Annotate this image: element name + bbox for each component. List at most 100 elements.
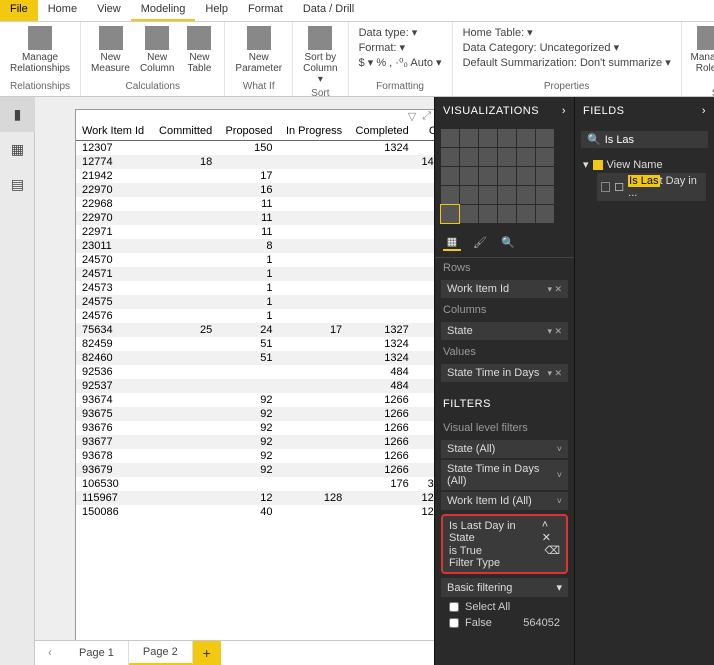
- fields-tab-icon[interactable]: ▦: [443, 233, 461, 251]
- data-view-icon[interactable]: ▦: [0, 132, 35, 167]
- table-row[interactable]: 2297016: [76, 183, 434, 197]
- table-row[interactable]: 82460511324: [76, 351, 434, 365]
- viz-type-icon[interactable]: [498, 129, 516, 147]
- viz-type-icon[interactable]: [536, 129, 554, 147]
- viz-type-icon[interactable]: [441, 148, 459, 166]
- viz-type-icon[interactable]: [441, 167, 459, 185]
- viz-gallery[interactable]: [435, 125, 574, 227]
- table-row[interactable]: 245751: [76, 295, 434, 309]
- new-column-button[interactable]: NewColumn: [136, 24, 178, 76]
- viz-type-icon[interactable]: [479, 205, 497, 223]
- viz-type-icon[interactable]: [460, 148, 478, 166]
- table-row[interactable]: 245701: [76, 253, 434, 267]
- viz-type-icon[interactable]: [517, 167, 535, 185]
- column-header[interactable]: Work Item Id: [76, 122, 152, 141]
- viz-type-icon[interactable]: [498, 205, 516, 223]
- viz-type-icon[interactable]: [460, 186, 478, 204]
- table-row[interactable]: 2297111: [76, 225, 434, 239]
- viz-type-icon[interactable]: [517, 186, 535, 204]
- viz-type-icon[interactable]: [441, 186, 459, 204]
- table-row[interactable]: 245761: [76, 309, 434, 323]
- new-measure-button[interactable]: NewMeasure: [87, 24, 134, 76]
- viz-type-icon[interactable]: [441, 129, 459, 147]
- matrix-visual[interactable]: ▽ ⤢ ⋯ Work Item IdCommittedProposedIn Pr…: [75, 109, 434, 640]
- filter-option[interactable]: Select All: [435, 599, 574, 615]
- filter-mode-dropdown[interactable]: Basic filtering▾: [441, 578, 568, 597]
- viz-type-icon[interactable]: [441, 205, 459, 223]
- viz-type-icon[interactable]: [479, 186, 497, 204]
- columns-well[interactable]: State▾ ✕: [441, 322, 568, 340]
- viz-type-icon[interactable]: [536, 167, 554, 185]
- sort-by-column--button[interactable]: Sort byColumn ▾: [299, 24, 341, 87]
- formatting-options[interactable]: Data type: ▾Format: ▾$ ▾ % , ·⁰₀ Auto ▾: [355, 24, 446, 71]
- properties-options[interactable]: Home Table: ▾Data Category: Uncategorize…: [459, 24, 675, 71]
- viz-type-icon[interactable]: [517, 205, 535, 223]
- manage-roles-button[interactable]: ManageRoles: [688, 24, 714, 76]
- column-header[interactable]: Proposed: [218, 122, 278, 141]
- viz-type-icon[interactable]: [517, 148, 535, 166]
- table-row[interactable]: 93677921266: [76, 435, 434, 449]
- tab-format[interactable]: Format: [238, 0, 293, 21]
- viz-type-icon[interactable]: [460, 167, 478, 185]
- table-row[interactable]: 230118: [76, 239, 434, 253]
- viz-type-icon[interactable]: [479, 148, 497, 166]
- column-header[interactable]: Committed: [152, 122, 219, 141]
- visual-filter-icon[interactable]: ▽: [408, 110, 416, 123]
- table-row[interactable]: 92537484: [76, 379, 434, 393]
- viz-type-icon[interactable]: [536, 205, 554, 223]
- collapse-icon[interactable]: ›: [562, 105, 566, 117]
- tab-home[interactable]: Home: [38, 0, 87, 21]
- filter-card[interactable]: State Time in Days (All)˅: [441, 460, 568, 490]
- page-tab[interactable]: Page 1: [65, 641, 129, 665]
- field-node[interactable]: ☐Is Last Day in ...: [597, 173, 706, 201]
- table-row[interactable]: 93679921266: [76, 463, 434, 477]
- page-prev[interactable]: ‹: [35, 641, 65, 665]
- table-node[interactable]: ▾ View Name: [583, 158, 706, 171]
- filter-option[interactable]: False564052: [435, 615, 574, 631]
- table-row[interactable]: 2297011: [76, 211, 434, 225]
- format-tab-icon[interactable]: 🖌: [471, 233, 489, 251]
- table-row[interactable]: 93678921266: [76, 449, 434, 463]
- fields-search[interactable]: 🔍: [581, 131, 708, 148]
- search-input[interactable]: [605, 134, 714, 146]
- table-row[interactable]: 115967121281208: [76, 491, 434, 505]
- filter-card[interactable]: Work Item Id (All)˅: [441, 492, 568, 510]
- viz-type-icon[interactable]: [498, 167, 516, 185]
- visual-focus-icon[interactable]: ⤢: [422, 110, 431, 123]
- table-row[interactable]: 2194217: [76, 169, 434, 183]
- rows-well[interactable]: Work Item Id▾ ✕: [441, 280, 568, 298]
- viz-type-icon[interactable]: [498, 186, 516, 204]
- table-row[interactable]: 82459511324: [76, 337, 434, 351]
- tab-file[interactable]: File: [0, 0, 38, 21]
- new-parameter-button[interactable]: NewParameter: [231, 24, 286, 76]
- viz-type-icon[interactable]: [460, 205, 478, 223]
- filter-card[interactable]: State (All)˅: [441, 440, 568, 458]
- table-row[interactable]: 93675921266: [76, 407, 434, 421]
- tab-help[interactable]: Help: [195, 0, 238, 21]
- values-well[interactable]: State Time in Days▾ ✕: [441, 364, 568, 382]
- tab-data-drill[interactable]: Data / Drill: [293, 0, 364, 21]
- tab-view[interactable]: View: [87, 0, 131, 21]
- manage-relationships-button[interactable]: ManageRelationships: [6, 24, 74, 76]
- table-row[interactable]: 92536484: [76, 365, 434, 379]
- report-view-icon[interactable]: ▮: [0, 97, 35, 132]
- table-row[interactable]: 2296811: [76, 197, 434, 211]
- column-header[interactable]: Completed: [348, 122, 415, 141]
- viz-type-icon[interactable]: [517, 129, 535, 147]
- page-tab[interactable]: Page 2: [129, 641, 193, 665]
- model-view-icon[interactable]: ▤: [0, 167, 35, 202]
- table-row[interactable]: 245731: [76, 281, 434, 295]
- table-row[interactable]: 756342524171327: [76, 323, 434, 337]
- table-row[interactable]: 123071501324: [76, 141, 434, 156]
- table-row[interactable]: 106530176308: [76, 477, 434, 491]
- collapse-icon[interactable]: ›: [702, 105, 706, 117]
- tab-modeling[interactable]: Modeling: [131, 0, 196, 21]
- analytics-tab-icon[interactable]: 🔍: [499, 233, 517, 251]
- new-table-button[interactable]: NewTable: [180, 24, 218, 76]
- viz-type-icon[interactable]: [536, 148, 554, 166]
- column-header[interactable]: Cut: [415, 122, 434, 141]
- table-row[interactable]: 12774181456: [76, 155, 434, 169]
- viz-type-icon[interactable]: [479, 129, 497, 147]
- table-row[interactable]: 93676921266: [76, 421, 434, 435]
- column-header[interactable]: In Progress: [279, 122, 349, 141]
